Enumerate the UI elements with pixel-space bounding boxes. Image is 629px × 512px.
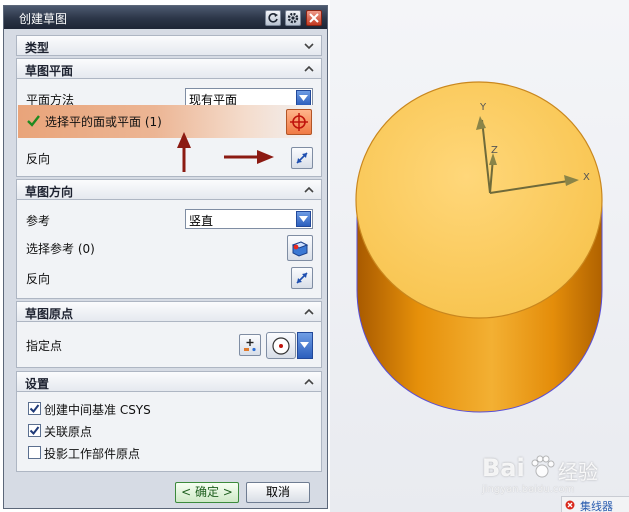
watermark-brand-a: Bai bbox=[482, 454, 525, 482]
graphics-viewport[interactable]: Y Z X bbox=[330, 0, 629, 512]
watermark-brand-b: 经验 bbox=[558, 460, 598, 484]
error-icon bbox=[565, 500, 575, 510]
annotation-overlay bbox=[177, 132, 274, 172]
cylinder-model[interactable]: Y Z X bbox=[330, 0, 629, 512]
watermark-url: jingyan.baidu.com bbox=[482, 484, 575, 495]
axis-label-x: X bbox=[583, 172, 590, 183]
axis-label-y: Y bbox=[479, 102, 487, 113]
cylinder-top-face[interactable] bbox=[355, 81, 603, 319]
axis-label-z: Z bbox=[491, 145, 498, 156]
annotation-arrow-up bbox=[177, 132, 191, 172]
taskbar-item-label: 集线器 bbox=[580, 500, 613, 512]
annotation-arrow-right bbox=[224, 150, 274, 164]
paw-icon bbox=[531, 455, 555, 478]
taskbar-item[interactable]: 集线器 bbox=[561, 496, 629, 512]
